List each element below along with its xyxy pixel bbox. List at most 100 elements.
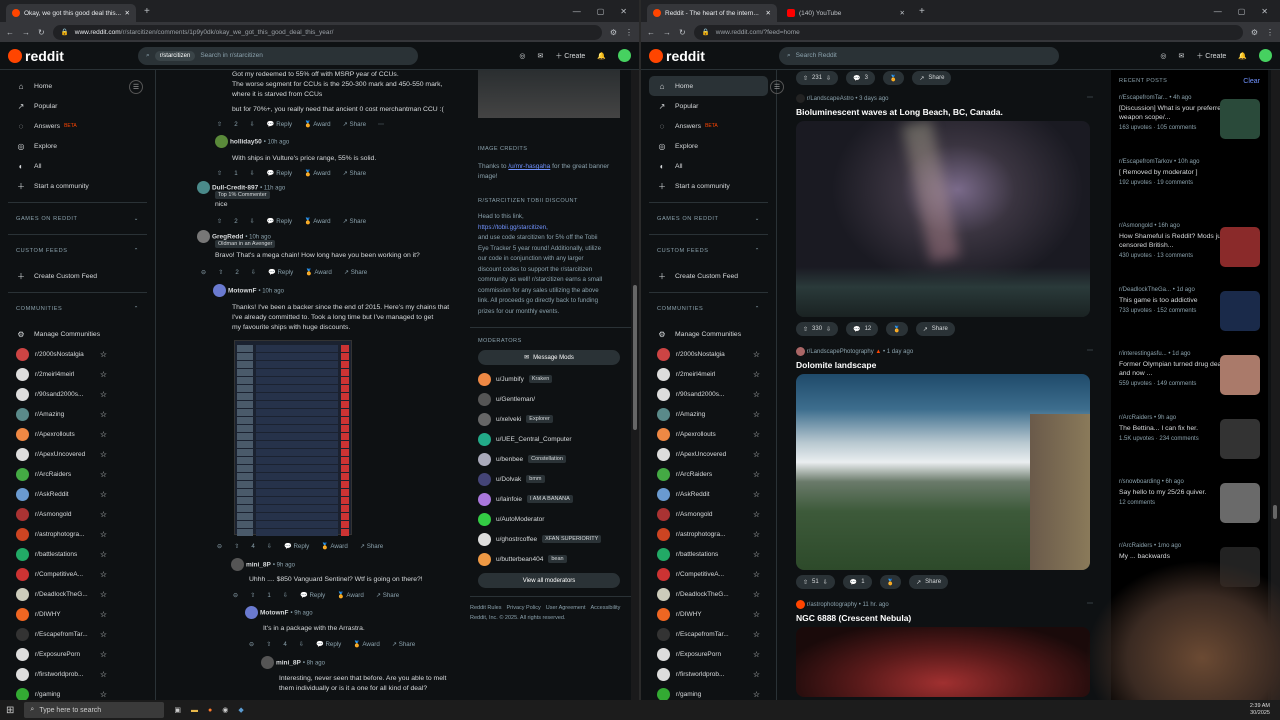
reddit-logo[interactable]: reddit <box>8 48 138 64</box>
star-icon[interactable]: ☆ <box>753 470 760 479</box>
star-icon[interactable]: ☆ <box>100 370 107 379</box>
moderator-name[interactable]: u/lainfoie <box>496 496 522 503</box>
recent-thumbnail[interactable] <box>1220 227 1260 267</box>
award-button[interactable]: 🏅 Award <box>304 217 331 225</box>
recent-title[interactable]: How Shameful is Reddit? Mods just censor… <box>1119 232 1229 250</box>
upvote-icon[interactable]: ⇧ <box>217 218 222 225</box>
moderator-name[interactable]: u/ghostrcoffee <box>496 536 537 543</box>
maximize-icon[interactable]: ▢ <box>597 7 605 16</box>
firefox-icon[interactable]: ● <box>208 707 212 714</box>
sidebar-item-popular[interactable]: ↗ Popular <box>649 96 768 116</box>
star-icon[interactable]: ☆ <box>100 690 107 699</box>
avatar[interactable] <box>261 656 274 669</box>
moderator-item[interactable]: u/ghostrcoffee XFAN SUPERIORITY <box>478 529 632 549</box>
sidebar-community[interactable]: r/CompetitiveA... ☆ <box>649 564 768 584</box>
moderator-name[interactable]: u/Jumbify <box>496 376 524 383</box>
sidebar-community[interactable]: r/2000sNostalgia ☆ <box>649 344 768 364</box>
minimize-icon[interactable]: — <box>573 7 581 16</box>
star-icon[interactable]: ☆ <box>100 430 107 439</box>
collapse-icon[interactable]: ⊖ <box>201 269 206 276</box>
award-button[interactable]: 🏅 Award <box>321 542 348 550</box>
communities-header[interactable]: COMMUNITIES ⌃ <box>649 292 768 324</box>
manage-communities[interactable]: ⚙ Manage Communities <box>649 324 768 344</box>
close-window-icon[interactable]: ✕ <box>1261 7 1268 16</box>
steam-icon[interactable]: ◆ <box>238 706 243 714</box>
footer-link[interactable]: Privacy Policy <box>507 605 541 611</box>
moderator-item[interactable]: u/Dolvak bmm <box>478 469 632 489</box>
star-icon[interactable]: ☆ <box>753 450 760 459</box>
extensions-icon[interactable]: ⚙ <box>1251 28 1258 37</box>
star-icon[interactable]: ☆ <box>100 550 107 559</box>
post-subreddit[interactable]: r/LandscapeAstro <box>807 96 854 102</box>
browser-tab-active[interactable]: Okay, we got this good deal this... ✕ <box>6 4 136 22</box>
sidebar-item-explore[interactable]: ◎ Explore <box>649 136 768 156</box>
file-explorer-icon[interactable]: ▬ <box>191 707 198 714</box>
sidebar-community[interactable]: r/AskReddit ☆ <box>649 484 768 504</box>
vote-pill[interactable]: ⇧ 330 ⇩ <box>796 322 839 336</box>
star-icon[interactable]: ☆ <box>753 670 760 679</box>
award-button[interactable]: 🏅 Award <box>305 268 332 276</box>
sidebar-community[interactable]: r/astrophotogra... ☆ <box>8 524 147 544</box>
feed-post[interactable]: r/LandscapeAstro • 3 days ago ⋯ Biolumin… <box>796 94 1101 337</box>
sidebar-collapse-icon[interactable]: ☰ <box>129 80 143 94</box>
sidebar-item-explore[interactable]: ◎ Explore <box>8 136 147 156</box>
sidebar-community[interactable]: r/EscapefromTar... ☆ <box>8 624 147 644</box>
sidebar-community[interactable]: r/battlestations ☆ <box>8 544 147 564</box>
forward-icon[interactable]: → <box>663 28 671 37</box>
sidebar-item-all[interactable]: ◐ All <box>8 156 147 176</box>
sidebar-item-plus[interactable]: ＋ Start a community <box>649 176 768 196</box>
sidebar-community[interactable]: r/ApexUncovered ☆ <box>8 444 147 464</box>
post-title[interactable]: Bioluminescent waves at Long Beach, BC, … <box>796 107 1101 117</box>
star-icon[interactable]: ☆ <box>753 350 760 359</box>
inbox-icon[interactable]: ✉ <box>1178 52 1184 60</box>
star-icon[interactable]: ☆ <box>100 510 107 519</box>
post-image-milky-way[interactable] <box>796 121 1090 317</box>
star-icon[interactable]: ☆ <box>100 650 107 659</box>
recent-thumbnail[interactable] <box>1220 419 1260 459</box>
search-bar[interactable]: ⌕ Search Reddit <box>779 46 1059 65</box>
footer-link[interactable]: Reddit Rules <box>470 605 502 611</box>
browser-tab-active[interactable]: Reddit - The heart of the intern... ✕ <box>647 4 777 22</box>
reply-button[interactable]: 💬 Reply <box>316 640 341 648</box>
comment-author[interactable]: MotownF <box>228 287 257 294</box>
custom-feeds-header[interactable]: CUSTOM FEEDS ⌃ <box>649 234 768 266</box>
moderator-name[interactable]: u/UEE_Central_Computer <box>496 436 572 443</box>
star-icon[interactable]: ☆ <box>753 370 760 379</box>
sidebar-community[interactable]: r/90sand2000s... ☆ <box>649 384 768 404</box>
browser-tab[interactable]: (140) YouTube ✕ <box>781 4 911 22</box>
footer-link[interactable]: User Agreement <box>546 605 586 611</box>
sidebar-community[interactable]: r/2meirl4meirl ☆ <box>649 364 768 384</box>
recent-subreddit[interactable]: r/EscapefromTar... <box>1119 95 1168 101</box>
recent-thumbnail[interactable] <box>1220 547 1260 587</box>
more-icon[interactable]: ⋯ <box>1087 347 1093 354</box>
recent-post[interactable]: r/ArcRaiders • 1mo ago My ... backwards <box>1119 543 1260 607</box>
avatar[interactable] <box>245 606 258 619</box>
recent-subreddit[interactable]: r/snowboarding <box>1119 479 1160 485</box>
award-button[interactable]: 🏅 <box>886 322 908 336</box>
collapse-icon[interactable]: ⊖ <box>233 592 238 599</box>
comments-button[interactable]: 💬 3 <box>846 71 875 85</box>
collapse-icon[interactable]: ⊖ <box>217 543 222 550</box>
moderator-item[interactable]: u/UEE_Central_Computer <box>478 429 632 449</box>
communities-header[interactable]: COMMUNITIES ⌃ <box>8 292 147 324</box>
share-button[interactable]: ↗ Share <box>343 218 366 225</box>
star-icon[interactable]: ☆ <box>100 590 107 599</box>
chat-icon[interactable]: ◎ <box>1160 52 1166 60</box>
more-icon[interactable]: ⋯ <box>1087 94 1093 101</box>
search-scope-chip[interactable]: r/starcitizen <box>154 50 196 61</box>
reddit-logo[interactable]: reddit <box>649 48 779 64</box>
star-icon[interactable]: ☆ <box>753 650 760 659</box>
post-title[interactable]: Dolomite landscape <box>796 360 1101 370</box>
reload-icon[interactable]: ↻ <box>679 28 686 37</box>
star-icon[interactable]: ☆ <box>100 530 107 539</box>
recent-title[interactable]: Former Olympian turned drug dealer and n… <box>1119 360 1229 378</box>
notifications-icon[interactable]: 🔔 <box>1238 52 1247 60</box>
sidebar-community[interactable]: r/gaming ☆ <box>8 684 147 700</box>
sidebar-community[interactable]: r/ExposurePorn ☆ <box>649 644 768 664</box>
custom-feeds-header[interactable]: CUSTOM FEEDS ⌃ <box>8 234 147 266</box>
recent-post[interactable]: r/EscapefromTar... • 4h ago [Discussion] … <box>1119 95 1260 159</box>
sidebar-community[interactable]: r/gaming ☆ <box>649 684 768 700</box>
avatar[interactable] <box>1259 49 1272 62</box>
sidebar-community[interactable]: r/2meirl4meirl ☆ <box>8 364 147 384</box>
moderator-item[interactable]: u/Gentleman/ <box>478 389 632 409</box>
